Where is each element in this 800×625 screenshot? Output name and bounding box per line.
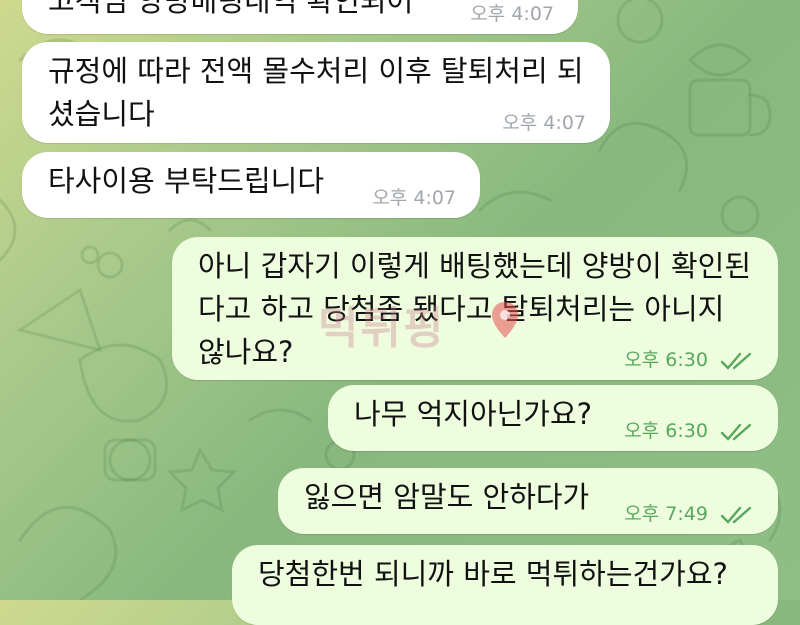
message-text: 당첨한번 되니까 바로 먹튀하는건가요? (258, 557, 728, 591)
message-meta: 오후 7:49 (624, 502, 754, 526)
message-meta: 오후 6:30 (624, 348, 754, 372)
outgoing-message-bubble[interactable]: 나무 억지아닌가요? 오후 6:30 (328, 385, 778, 451)
message-time: 오후 6:30 (624, 349, 708, 371)
double-check-icon (720, 506, 752, 524)
outgoing-message-bubble[interactable]: 아니 갑자기 이렇게 배팅했는데 양방이 확인된다고 하고 당첨좀 됐다고 탈퇴… (172, 237, 778, 380)
message-text: 타사이용 부탁드립니다 (48, 164, 325, 198)
outgoing-message-bubble[interactable]: 잃으면 암말도 안하다가 오후 7:49 (278, 468, 778, 534)
message-time: 오후 4:07 (470, 3, 554, 25)
message-time: 오후 4:07 (502, 112, 586, 134)
double-check-icon (720, 352, 752, 370)
outgoing-message-bubble[interactable]: 당첨한번 되니까 바로 먹튀하는건가요? (232, 545, 778, 625)
message-text: 나무 억지아닌가요? (354, 397, 593, 431)
message-time: 오후 7:49 (624, 503, 708, 525)
incoming-message-bubble[interactable]: 규정에 따라 전액 몰수처리 이후 탈퇴처리 되셨습니다 오후 4:07 (22, 42, 610, 143)
double-check-icon (720, 423, 752, 441)
message-time: 오후 6:30 (624, 420, 708, 442)
message-meta: 오후 6:30 (624, 419, 754, 443)
message-text: 잃으면 암말도 안하다가 (304, 480, 590, 514)
message-time: 오후 4:07 (372, 187, 456, 209)
message-text: 고객님 양방배팅내역 확인되어 (48, 0, 414, 18)
incoming-message-bubble[interactable]: 타사이용 부탁드립니다 오후 4:07 (22, 152, 480, 218)
incoming-message-bubble[interactable]: 고객님 양방배팅내역 확인되어 오후 4:07 (22, 0, 578, 34)
